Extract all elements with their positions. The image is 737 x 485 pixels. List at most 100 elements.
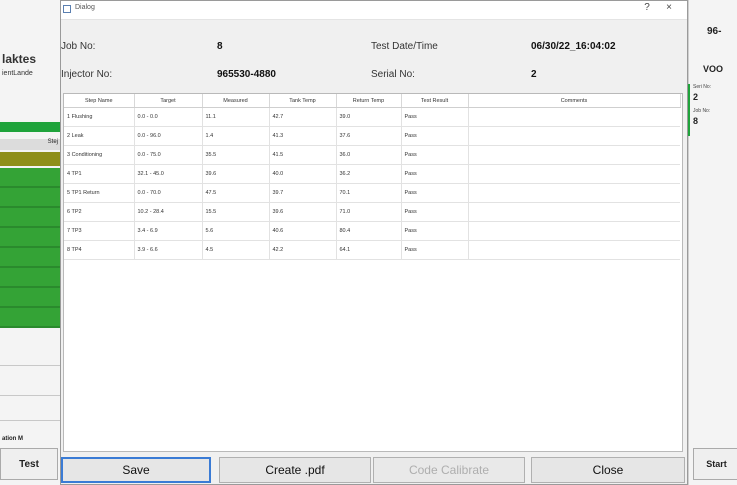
- divider: [0, 365, 60, 366]
- cell-comments: [468, 107, 680, 127]
- table-row[interactable]: 1 Flushing 0.0 - 0.0 11.1 42.7 39.0 Pass: [64, 107, 680, 127]
- cell-tank-temp: 41.5: [269, 145, 337, 165]
- column-header-comments[interactable]: Comments: [468, 94, 681, 108]
- cell-measured: 5.6: [202, 221, 270, 241]
- cell-step-name: 1 Flushing: [64, 107, 135, 127]
- cell-test-result: Pass: [401, 183, 469, 203]
- cell-target: 3.4 - 6.9: [134, 221, 203, 241]
- cell-tank-temp: 41.3: [269, 126, 337, 146]
- cell-return-temp: 36.0: [336, 145, 402, 165]
- step-row-active[interactable]: [0, 152, 60, 166]
- cell-target: 3.9 - 6.6: [134, 240, 203, 260]
- close-button[interactable]: Close: [531, 457, 685, 483]
- title-bar: Dialog ? ×: [61, 1, 687, 20]
- cell-comments: [468, 145, 680, 165]
- background-app-subtitle: ientLande: [2, 70, 33, 77]
- cell-test-result: Pass: [401, 145, 469, 165]
- column-header-target[interactable]: Target: [134, 94, 203, 108]
- background-app-title: laktes: [2, 52, 37, 66]
- step-column-header: Stej: [0, 139, 60, 150]
- window-title: Dialog: [75, 4, 95, 11]
- cell-step-name: 4 TP1: [64, 164, 135, 184]
- start-button[interactable]: Start: [693, 448, 737, 480]
- create-pdf-button[interactable]: Create .pdf: [219, 457, 371, 483]
- table-row[interactable]: 6 TP2 10.2 - 28.4 15.5 39.6 71.0 Pass: [64, 202, 680, 222]
- cell-step-name: 8 TP4: [64, 240, 135, 260]
- job-no-label: Job No:: [61, 41, 96, 52]
- table-row[interactable]: 2 Leak 0.0 - 96.0 1.4 41.3 37.6 Pass: [64, 126, 680, 146]
- cell-test-result: Pass: [401, 126, 469, 146]
- progress-bar: [0, 122, 60, 132]
- save-button[interactable]: Save: [61, 457, 211, 483]
- table-row[interactable]: 7 TP3 3.4 - 6.9 5.6 40.6 80.4 Pass: [64, 221, 680, 241]
- help-icon[interactable]: ?: [639, 2, 655, 13]
- table-header-row: Step Name Target Measured Tank Temp Retu…: [64, 94, 681, 108]
- cell-test-result: Pass: [401, 202, 469, 222]
- cell-tank-temp: 40.6: [269, 221, 337, 241]
- cell-return-temp: 71.0: [336, 202, 402, 222]
- cell-tank-temp: 42.2: [269, 240, 337, 260]
- results-dialog: Dialog ? × Job No: 8 Test Date/Time 06/3…: [60, 0, 688, 485]
- step-row[interactable]: [0, 188, 60, 208]
- injector-no-label: Injector No:: [61, 69, 113, 80]
- cell-measured: 4.5: [202, 240, 270, 260]
- cell-comments: [468, 240, 680, 260]
- test-button[interactable]: Test: [0, 448, 58, 480]
- cell-step-name: 5 TP1 Return: [64, 183, 135, 203]
- step-row[interactable]: [0, 228, 60, 248]
- test-datetime-value: 06/30/22_16:04:02: [531, 41, 616, 52]
- close-icon[interactable]: ×: [661, 2, 677, 13]
- cell-return-temp: 64.1: [336, 240, 402, 260]
- column-header-test-result[interactable]: Test Result: [401, 94, 469, 108]
- step-row[interactable]: [0, 248, 60, 268]
- column-header-return-temp[interactable]: Return Temp: [336, 94, 402, 108]
- step-row[interactable]: [0, 168, 60, 188]
- serial-no-value: 2: [531, 69, 537, 80]
- column-header-step-name[interactable]: Step Name: [64, 94, 135, 108]
- cell-step-name: 3 Conditioning: [64, 145, 135, 165]
- table-row[interactable]: 4 TP1 32.1 - 45.0 39.6 40.0 36.2 Pass: [64, 164, 680, 184]
- background-app-left-panel: laktes ientLande Stej ation M Test: [0, 0, 61, 485]
- cell-measured: 1.4: [202, 126, 270, 146]
- cell-comments: [468, 164, 680, 184]
- dialog-button-bar: Save Create .pdf Code Calibrate Close: [61, 457, 687, 485]
- results-table: Step Name Target Measured Tank Temp Retu…: [64, 94, 681, 260]
- cell-return-temp: 70.1: [336, 183, 402, 203]
- voo-label: VOO: [703, 64, 724, 74]
- divider: [0, 420, 60, 421]
- part-number-label: 96-: [707, 26, 722, 37]
- table-row[interactable]: 8 TP4 3.9 - 6.6 4.5 42.2 64.1 Pass: [64, 240, 680, 260]
- column-header-measured[interactable]: Measured: [202, 94, 270, 108]
- results-table-container[interactable]: Step Name Target Measured Tank Temp Retu…: [63, 93, 683, 452]
- job-no-value: 8: [217, 41, 223, 52]
- cell-target: 0.0 - 96.0: [134, 126, 203, 146]
- test-datetime-label: Test Date/Time: [371, 41, 438, 52]
- table-row[interactable]: 5 TP1 Return 0.0 - 70.0 47.5 39.7 70.1 P…: [64, 183, 680, 203]
- cell-step-name: 7 TP3: [64, 221, 135, 241]
- cell-test-result: Pass: [401, 164, 469, 184]
- serial-no-label: Seri No:: [693, 84, 712, 90]
- table-row[interactable]: 3 Conditioning 0.0 - 75.0 35.5 41.5 36.0…: [64, 145, 680, 165]
- injector-no-value: 965530-4880: [217, 69, 276, 80]
- cell-tank-temp: 40.0: [269, 164, 337, 184]
- background-app-right-panel: 96- VOO Seri No: 2 Job No: 8 Start: [687, 0, 737, 485]
- step-row[interactable]: [0, 268, 60, 288]
- cell-step-name: 6 TP2: [64, 202, 135, 222]
- cell-target: 0.0 - 70.0: [134, 183, 203, 203]
- test-info-header: Job No: 8 Test Date/Time 06/30/22_16:04:…: [61, 19, 687, 89]
- step-row[interactable]: [0, 208, 60, 228]
- serial-no-label: Serial No:: [371, 69, 415, 80]
- cell-return-temp: 36.2: [336, 164, 402, 184]
- cell-target: 10.2 - 28.4: [134, 202, 203, 222]
- cell-target: 32.1 - 45.0: [134, 164, 203, 184]
- job-no-value: 8: [693, 116, 699, 126]
- cell-return-temp: 80.4: [336, 221, 402, 241]
- cell-target: 0.0 - 0.0: [134, 107, 203, 127]
- step-row[interactable]: [0, 308, 60, 328]
- cell-comments: [468, 183, 680, 203]
- cell-tank-temp: 42.7: [269, 107, 337, 127]
- column-header-tank-temp[interactable]: Tank Temp: [269, 94, 337, 108]
- cell-test-result: Pass: [401, 221, 469, 241]
- step-row[interactable]: [0, 288, 60, 308]
- cell-step-name: 2 Leak: [64, 126, 135, 146]
